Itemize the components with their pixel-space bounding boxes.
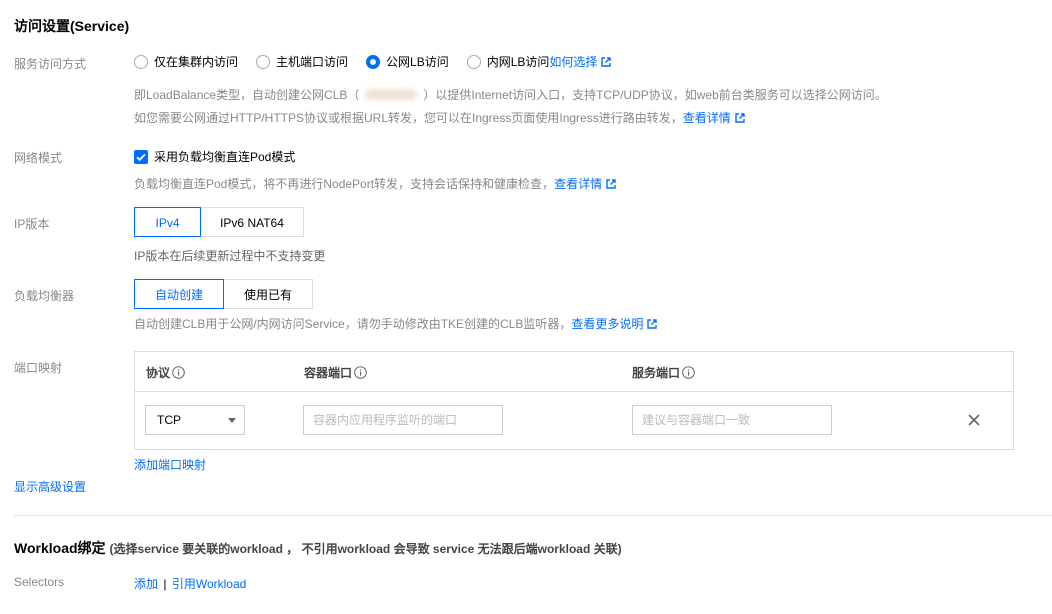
reference-workload-link[interactable]: 引用Workload xyxy=(172,577,246,591)
radio-dot[interactable] xyxy=(466,54,481,69)
radio-dot[interactable] xyxy=(134,54,148,69)
caret-down-icon xyxy=(228,418,236,423)
checkbox-box[interactable] xyxy=(134,149,148,164)
radio-host-port[interactable]: 主机端口访问 xyxy=(256,53,348,70)
selectors-label: Selectors xyxy=(14,575,65,589)
container-port-input[interactable] xyxy=(303,405,503,435)
workload-title-text: Workload绑定 xyxy=(14,540,106,556)
close-icon[interactable] xyxy=(966,412,982,428)
service-access-desc-2: 如您需要公网通过HTTP/HTTPS协议或根据URL转发，您可以在Ingress… xyxy=(134,109,745,126)
desc-text: 如您需要公网通过HTTP/HTTPS协议或根据URL转发，您可以在Ingress… xyxy=(134,111,683,125)
link-text[interactable]: 查看更多说明 xyxy=(571,317,643,331)
radio-label: 公网LB访问 xyxy=(386,55,449,69)
col-service-port: 服务端口 xyxy=(632,364,695,381)
service-access-label: 服务访问方式 xyxy=(14,57,87,71)
desc-text: ）以提供Internet访问入口，支持TCP/UDP协议，如web前台类服务可以… xyxy=(423,88,887,102)
radio-dot[interactable] xyxy=(256,54,271,69)
show-advanced-settings-link[interactable]: 显示高级设置 xyxy=(14,478,86,495)
service-access-desc-1: 即LoadBalance类型，自动创建公网CLB（ ）以提供Internet访问入… xyxy=(134,86,887,103)
protocol-select[interactable]: TCP xyxy=(145,405,245,435)
col-protocol: 协议 xyxy=(146,364,185,381)
how-to-choose-text[interactable]: 如何选择 xyxy=(549,55,597,69)
ip-version-ipv6-nat64[interactable]: IPv6 NAT64 xyxy=(200,207,304,237)
desc-text: 负载均衡直连Pod模式，将不再进行NodePort转发，支持会话保持和健康检查， xyxy=(134,177,555,191)
load-balancer-segmented: 自动创建 使用已有 xyxy=(134,279,313,309)
section-divider xyxy=(14,515,1052,516)
lb-more-info-link[interactable]: 查看更多说明 xyxy=(571,317,658,331)
link-separator: | xyxy=(163,577,167,591)
network-mode-desc: 负载均衡直连Pod模式，将不再进行NodePort转发，支持会话保持和健康检查，… xyxy=(134,175,616,192)
radio-label: 主机端口访问 xyxy=(276,55,349,69)
external-link-icon[interactable] xyxy=(735,113,745,123)
network-mode-label: 网络模式 xyxy=(14,151,63,165)
radio-dot[interactable] xyxy=(366,54,381,69)
ip-version-segmented: IPv4 IPv6 NAT64 xyxy=(134,207,304,237)
external-link-icon[interactable] xyxy=(606,179,616,189)
workload-subtitle: (选择service 要关联的workload ， 不引用workload 会导… xyxy=(109,542,622,556)
desc-text: 即LoadBalance类型，自动创建公网CLB（ xyxy=(134,88,360,102)
link-text[interactable]: 查看详情 xyxy=(554,177,602,191)
desc-text: 自动创建CLB用于公网/内网访问Service，请勿手动修改由TKE创建的CLB… xyxy=(134,317,572,331)
lb-auto-create[interactable]: 自动创建 xyxy=(134,279,224,309)
service-access-radio-group: 仅在集群内访问 主机端口访问 公网LB访问 内网LB访问 如何选择 xyxy=(134,53,612,70)
radio-label: 仅在集群内访问 xyxy=(154,55,239,69)
external-link-icon[interactable] xyxy=(601,57,612,67)
protocol-value: TCP xyxy=(157,413,181,427)
ip-version-label: IP版本 xyxy=(14,217,50,231)
col-label: 协议 xyxy=(146,366,171,380)
ip-version-ipv4[interactable]: IPv4 xyxy=(134,207,201,237)
external-link-icon[interactable] xyxy=(647,319,658,329)
workload-binding-title: Workload绑定 (选择service 要关联的workload ， 不引用w… xyxy=(14,538,622,558)
checkmark-icon xyxy=(136,153,146,161)
load-balancer-desc: 自动创建CLB用于公网/内网访问Service，请勿手动修改由TKE创建的CLB… xyxy=(134,315,658,332)
how-to-choose-link[interactable]: 如何选择 xyxy=(549,53,612,70)
col-label: 服务端口 xyxy=(632,366,681,380)
col-container-port: 容器端口 xyxy=(304,364,367,381)
radio-public-lb[interactable]: 公网LB访问 xyxy=(366,53,449,70)
port-mapping-table: 协议 容器端口 服务端口 xyxy=(134,351,1014,450)
ip-version-desc: IP版本在后续更新过程中不支持变更 xyxy=(134,249,326,263)
port-mapping-header: 协议 容器端口 服务端口 xyxy=(135,352,1013,392)
selectors-actions: 添加 | 引用Workload xyxy=(134,575,246,592)
add-port-mapping-link[interactable]: 添加端口映射 xyxy=(134,456,206,473)
link-text[interactable]: 查看详情 xyxy=(683,111,731,125)
redacted-clb-name xyxy=(365,89,418,100)
network-mode-details-link[interactable]: 查看详情 xyxy=(554,177,616,191)
checkbox-label: 采用负载均衡直连Pod模式 xyxy=(154,150,296,164)
radio-label: 内网LB访问 xyxy=(486,55,550,69)
info-icon[interactable] xyxy=(682,366,695,379)
direct-pod-checkbox[interactable]: 采用负载均衡直连Pod模式 xyxy=(134,148,295,165)
lb-use-existing[interactable]: 使用已有 xyxy=(223,279,313,309)
radio-private-lb[interactable]: 内网LB访问 xyxy=(466,53,550,70)
info-icon[interactable] xyxy=(172,366,185,379)
service-port-input[interactable] xyxy=(632,405,832,435)
load-balancer-label: 负载均衡器 xyxy=(14,289,75,303)
port-mapping-label: 端口映射 xyxy=(14,361,63,375)
section-title: 访问设置(Service) xyxy=(14,18,130,34)
col-label: 容器端口 xyxy=(304,366,353,380)
add-selector-link[interactable]: 添加 xyxy=(134,577,158,591)
info-icon[interactable] xyxy=(354,366,367,379)
ingress-details-link[interactable]: 查看详情 xyxy=(683,111,745,125)
radio-cluster-only[interactable]: 仅在集群内访问 xyxy=(134,53,238,70)
